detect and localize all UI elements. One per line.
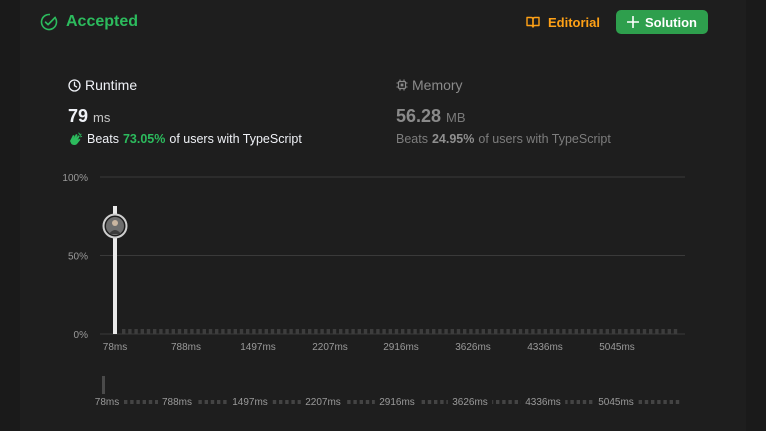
memory-beats: Beats 24.95% of users with TypeScript bbox=[396, 130, 611, 148]
status-row: Accepted bbox=[40, 10, 138, 34]
memory-title-row: Memory bbox=[396, 76, 611, 94]
check-circle-icon bbox=[40, 13, 58, 31]
clapping-hands-icon bbox=[70, 132, 83, 146]
runtime-unit: ms bbox=[93, 110, 111, 125]
book-icon bbox=[526, 16, 540, 28]
editorial-label: Editorial bbox=[548, 14, 601, 30]
runtime-beats-suffix: of users with TypeScript bbox=[169, 132, 302, 146]
memory-beats-suffix: of users with TypeScript bbox=[478, 132, 611, 146]
runtime-stat[interactable]: Runtime 79 ms Beats 73.05% of users with… bbox=[68, 76, 302, 148]
solution-label: Solution bbox=[645, 14, 697, 30]
memory-title: Memory bbox=[412, 77, 463, 93]
runtime-title-row: Runtime bbox=[68, 76, 302, 94]
runtime-beats-prefix: Beats bbox=[87, 132, 119, 146]
runtime-beats: Beats 73.05% of users with TypeScript bbox=[68, 130, 302, 148]
runtime-value: 79 bbox=[68, 106, 89, 126]
clock-icon bbox=[68, 78, 81, 92]
chip-icon bbox=[396, 79, 408, 91]
runtime-beats-percent: 73.05% bbox=[122, 132, 166, 146]
memory-value: 56.28 bbox=[396, 106, 442, 126]
memory-beats-prefix: Beats bbox=[396, 132, 428, 146]
result-panel bbox=[20, 0, 746, 431]
runtime-title: Runtime bbox=[85, 77, 138, 93]
runtime-value-row: 79 ms bbox=[68, 106, 302, 128]
memory-beats-percent: 24.95% bbox=[431, 132, 475, 146]
memory-stat[interactable]: Memory 56.28 MB Beats 24.95% of users wi… bbox=[396, 76, 611, 148]
memory-value-row: 56.28 MB bbox=[396, 106, 611, 128]
editorial-button[interactable]: Editorial bbox=[526, 10, 600, 34]
memory-unit: MB bbox=[446, 110, 466, 125]
add-solution-button[interactable]: Solution bbox=[616, 10, 708, 34]
plus-icon bbox=[627, 16, 639, 28]
status-text: Accepted bbox=[66, 13, 139, 30]
